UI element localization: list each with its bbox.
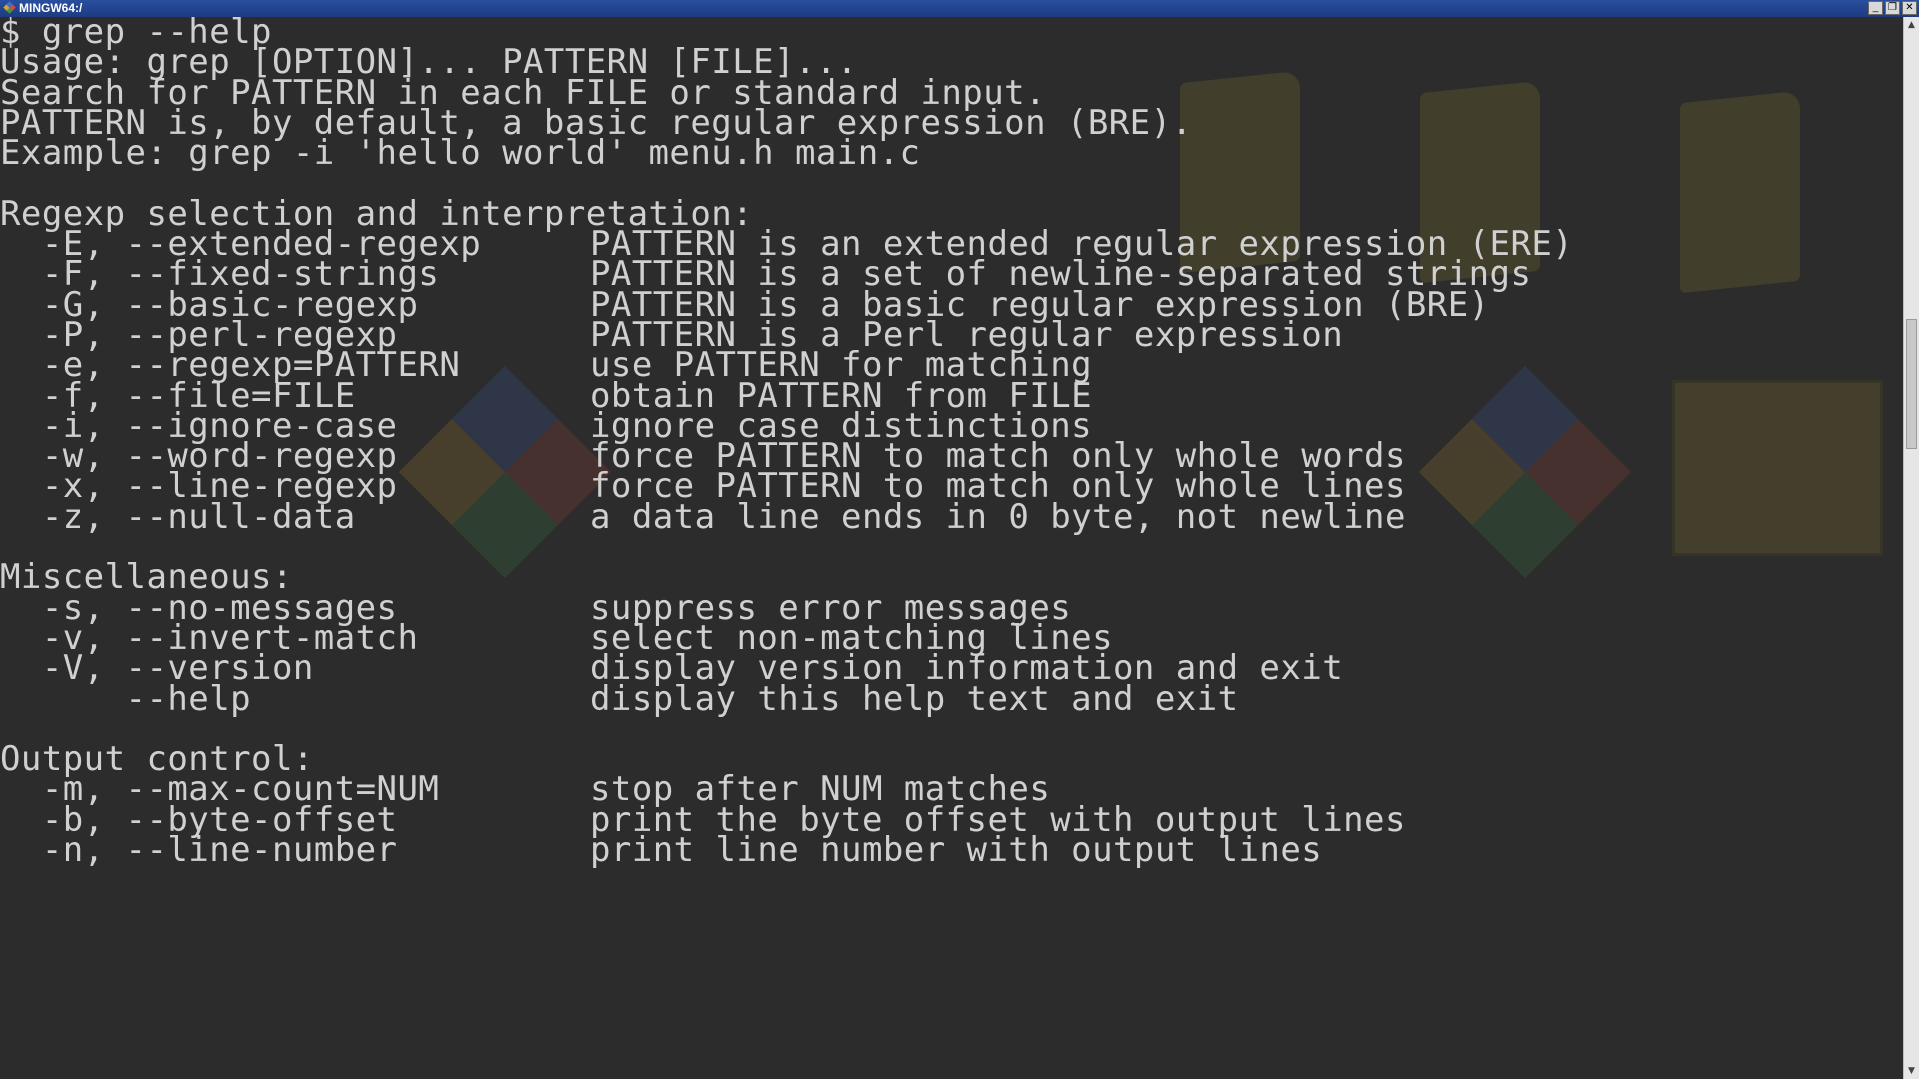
- window-titlebar[interactable]: MINGW64:/ _ ❐ ✕: [0, 0, 1919, 17]
- git-bash-icon: [3, 1, 16, 14]
- close-icon[interactable]: ✕: [1902, 1, 1917, 15]
- minimize-icon[interactable]: _: [1868, 1, 1883, 15]
- terminal-output[interactable]: $ grep --help Usage: grep [OPTION]... PAT…: [0, 17, 1903, 1079]
- option-description: display this help text and exit: [590, 678, 1239, 719]
- scroll-up-arrow-icon[interactable]: ▲: [1904, 17, 1919, 33]
- window-controls: _ ❐ ✕: [1868, 1, 1917, 15]
- option-description: print line number with output lines: [590, 830, 1323, 871]
- terminal-line: -z, --null-data a data line ends in 0 byt…: [0, 496, 1573, 537]
- background-folder-icon: [1680, 90, 1800, 294]
- option-flag: -z, --null-data: [0, 496, 356, 537]
- terminal-lines: $ grep --help Usage: grep [OPTION]... PAT…: [0, 17, 1573, 871]
- scrollbar-thumb[interactable]: [1906, 319, 1917, 449]
- background-envelope-icon: [1672, 380, 1883, 556]
- scroll-down-arrow-icon[interactable]: ▼: [1904, 1063, 1919, 1079]
- vertical-scrollbar[interactable]: ▲ ▼: [1903, 17, 1919, 1079]
- option-flag: --help: [0, 678, 252, 719]
- restore-icon[interactable]: ❐: [1885, 1, 1900, 15]
- window-title: MINGW64:/: [19, 1, 83, 15]
- terminal-line: Example: grep -i 'hello world' menu.h ma…: [0, 133, 921, 174]
- option-flag: -n, --line-number: [0, 830, 398, 871]
- option-description: a data line ends in 0 byte, not newline: [590, 496, 1406, 537]
